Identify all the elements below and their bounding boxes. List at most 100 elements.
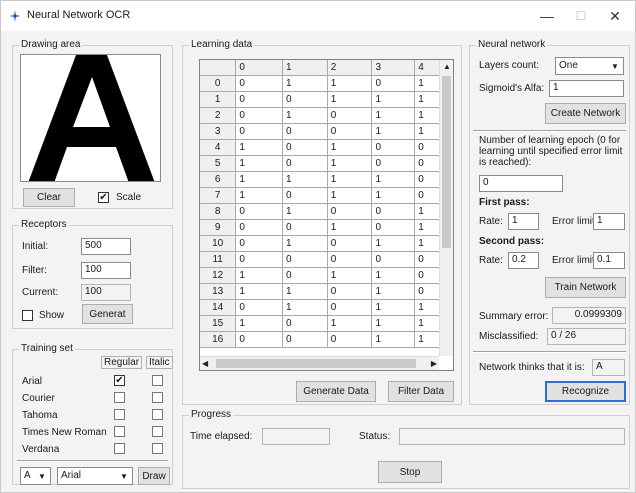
grid-cell[interactable]: 1 (327, 75, 373, 92)
generate-receptors-button[interactable]: Generat (82, 304, 133, 324)
grid-cell[interactable]: 1 (282, 235, 328, 252)
grid-cell[interactable]: 1 (327, 139, 373, 156)
layers-count-select[interactable]: One ▼ (555, 57, 624, 75)
grid-cell[interactable]: 0 (327, 331, 373, 348)
grid-cell[interactable]: 0 (371, 251, 416, 268)
grid-cell[interactable]: 1 (235, 139, 284, 156)
table-row[interactable]: 13 1 1 0 1 0 (200, 283, 453, 300)
create-network-button[interactable]: Create Network (545, 103, 626, 124)
grid-cell[interactable]: 1 (235, 315, 284, 332)
times-italic-checkbox[interactable] (152, 426, 163, 437)
grid-cell[interactable]: 0 (282, 219, 328, 236)
tahoma-regular-checkbox[interactable] (114, 409, 125, 420)
grid-cell[interactable]: 0 (235, 331, 284, 348)
grid-cell[interactable]: 1 (371, 187, 416, 204)
grid-cell[interactable]: 1 (235, 267, 284, 284)
grid-cell[interactable]: 1 (327, 187, 373, 204)
grid-cell[interactable]: 0 (282, 91, 328, 108)
arial-italic-checkbox[interactable] (152, 375, 163, 386)
letter-select[interactable]: A ▼ (20, 467, 51, 485)
column-header[interactable]: 1 (282, 60, 328, 76)
filter-input[interactable]: 100 (81, 262, 131, 279)
grid-cell[interactable]: 0 (327, 203, 373, 220)
grid-cell[interactable]: 0 (282, 123, 328, 140)
grid-cell[interactable]: 0 (282, 251, 328, 268)
grid-cell[interactable]: 1 (327, 315, 373, 332)
table-row[interactable]: 10 0 1 0 1 1 (200, 235, 453, 252)
grid-cell[interactable]: 0 (371, 219, 416, 236)
verdana-regular-checkbox[interactable] (114, 443, 125, 454)
grid-cell[interactable]: 1 (282, 171, 328, 188)
learning-data-grid[interactable]: 0123400110110011120101130001141010051010… (199, 59, 454, 371)
grid-cell[interactable]: 0 (235, 91, 284, 108)
times-regular-checkbox[interactable] (114, 426, 125, 437)
courier-italic-checkbox[interactable] (152, 392, 163, 403)
grid-cell[interactable]: 1 (371, 267, 416, 284)
grid-cell[interactable]: 1 (282, 299, 328, 316)
grid-cell[interactable]: 0 (371, 139, 416, 156)
rate2-input[interactable]: 0.2 (508, 252, 539, 269)
draw-button[interactable]: Draw (138, 467, 170, 485)
tahoma-italic-checkbox[interactable] (152, 409, 163, 420)
grid-cell[interactable]: 1 (235, 171, 284, 188)
table-row[interactable]: 16 0 0 0 1 1 (200, 331, 453, 348)
vertical-scrollbar[interactable]: ▲ (439, 60, 453, 356)
table-row[interactable]: 510100 (200, 155, 453, 172)
sigmoid-alfa-input[interactable]: 1 (549, 80, 624, 97)
grid-cell[interactable]: 1 (327, 155, 373, 172)
grid-cell[interactable]: 0 (235, 235, 284, 252)
grid-cell[interactable]: 0 (327, 235, 373, 252)
grid-cell[interactable]: 0 (371, 75, 416, 92)
grid-cell[interactable]: 1 (235, 155, 284, 172)
grid-cell[interactable]: 1 (327, 171, 373, 188)
grid-cell[interactable]: 1 (371, 315, 416, 332)
grid-cell[interactable]: 0 (282, 187, 328, 204)
grid-cell[interactable]: 1 (371, 331, 416, 348)
grid-cell[interactable]: 0 (235, 107, 284, 124)
show-checkbox[interactable] (22, 310, 33, 321)
grid-cell[interactable]: 1 (371, 283, 416, 300)
grid-cell[interactable]: 0 (235, 299, 284, 316)
grid-cell[interactable]: 0 (282, 267, 328, 284)
table-row[interactable]: 11 0 0 0 0 0 (200, 251, 453, 268)
font-select[interactable]: Arial ▼ (57, 467, 133, 485)
train-network-button[interactable]: Train Network (545, 277, 626, 298)
grid-cell[interactable]: 1 (371, 123, 416, 140)
grid-cell[interactable]: 0 (235, 123, 284, 140)
minimize-button[interactable]: — (533, 5, 561, 27)
grid-cell[interactable]: 0 (327, 123, 373, 140)
table-row[interactable]: 410100 (200, 139, 453, 156)
table-row[interactable]: 001101 (200, 75, 453, 92)
column-header[interactable]: 0 (235, 60, 284, 76)
table-row[interactable]: 611110 (200, 171, 453, 188)
verdana-italic-checkbox[interactable] (152, 443, 163, 454)
table-row[interactable]: 900101 (200, 219, 453, 236)
courier-regular-checkbox[interactable] (114, 392, 125, 403)
grid-cell[interactable]: 0 (235, 75, 284, 92)
grid-cell[interactable]: 0 (327, 251, 373, 268)
grid-cell[interactable]: 0 (235, 203, 284, 220)
grid-cell[interactable]: 1 (282, 107, 328, 124)
grid-cell[interactable]: 1 (235, 283, 284, 300)
table-row[interactable]: 14 0 1 0 1 1 (200, 299, 453, 316)
table-row[interactable]: 201011 (200, 107, 453, 124)
grid-cell[interactable]: 0 (282, 139, 328, 156)
grid-cell[interactable]: 0 (371, 203, 416, 220)
table-row[interactable]: 12 1 0 1 1 0 (200, 267, 453, 284)
grid-cell[interactable]: 1 (282, 75, 328, 92)
grid-cell[interactable]: 0 (235, 219, 284, 236)
grid-cell[interactable]: 1 (371, 171, 416, 188)
table-row[interactable]: 801001 (200, 203, 453, 220)
table-row[interactable]: 300011 (200, 123, 453, 140)
grid-cell[interactable]: 1 (282, 203, 328, 220)
grid-cell[interactable]: 0 (282, 155, 328, 172)
table-row[interactable]: 100111 (200, 91, 453, 108)
table-row[interactable]: 15 1 0 1 1 1 (200, 315, 453, 332)
epoch-input[interactable]: 0 (479, 175, 563, 192)
arial-regular-checkbox[interactable]: ✔ (114, 375, 125, 386)
close-button[interactable]: ✕ (601, 5, 629, 27)
grid-cell[interactable]: 0 (327, 107, 373, 124)
clear-button[interactable]: Clear (23, 188, 75, 207)
grid-cell[interactable]: 0 (327, 283, 373, 300)
maximize-button[interactable]: ☐ (567, 5, 595, 27)
